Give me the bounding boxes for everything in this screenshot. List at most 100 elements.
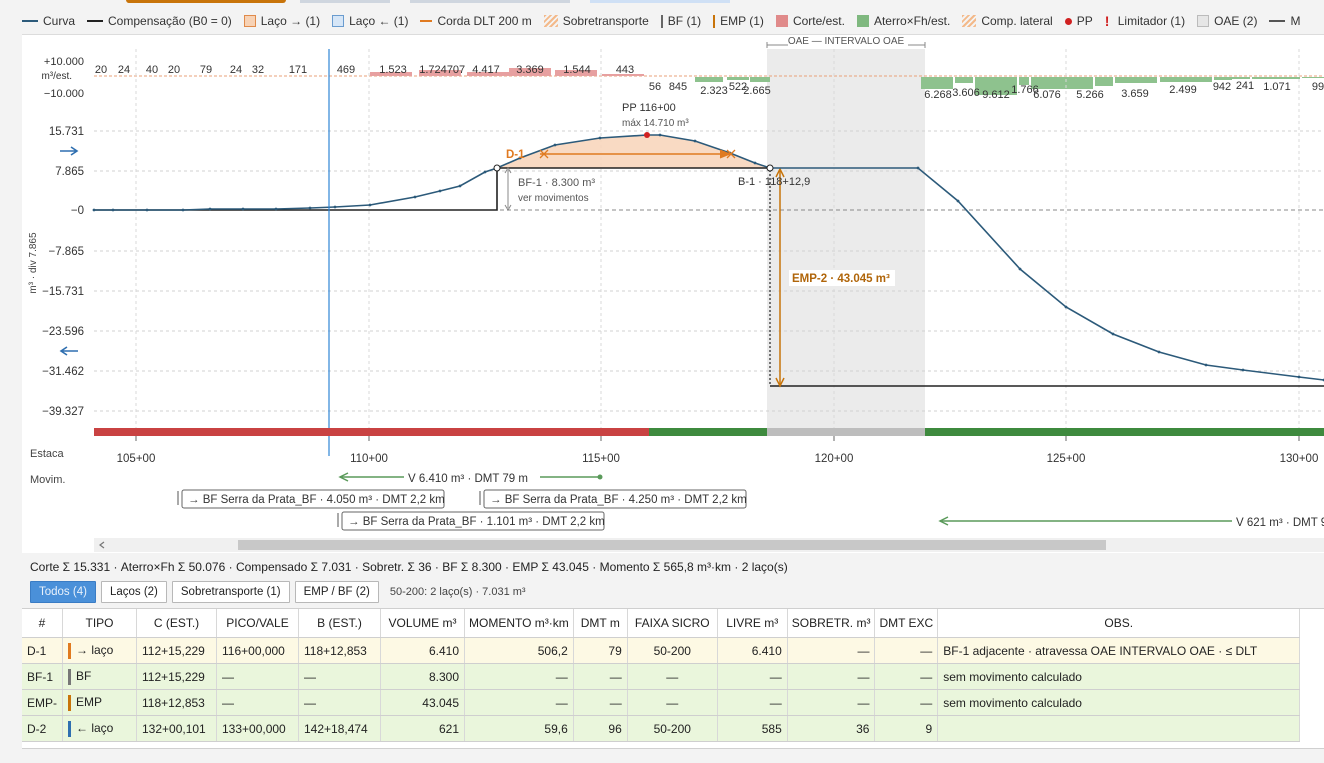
filter-loops-button[interactable]: Laços (2) — [100, 581, 167, 603]
loop-start-point[interactable] — [493, 164, 501, 172]
movement-v2-label: V 621 m³ · DMT 9 — [1236, 517, 1324, 529]
type-label: BF — [76, 668, 92, 683]
legend-item[interactable]: Comp. lateral — [962, 14, 1053, 28]
y-tick-label: −23.596 — [42, 326, 84, 338]
table-row[interactable]: EMP- EMP 118+12,853— —43.045— — — — — — sem movim… — [22, 689, 1301, 716]
table-row[interactable]: D-1 → laço 112+15,229 116+00,000 118+12,853 6… — [22, 637, 1301, 664]
fill-segment — [925, 428, 1324, 436]
movement-end-dot — [597, 474, 603, 480]
tab-indicator[interactable] — [300, 0, 390, 3]
fill-volume-label: 1.071 — [1263, 81, 1291, 93]
filter-overhaul-button[interactable]: Sobretransporte (1) — [171, 581, 290, 603]
cut-volume-label: 1.544 — [563, 64, 591, 76]
mass-diagram-canvas[interactable]: OAE — INTERVALO OAE +10.000 m³/est. −10.… — [22, 35, 1324, 553]
legend-bar-swatch — [660, 14, 663, 28]
legend-label: Laço → (1) — [260, 14, 321, 28]
legend-item[interactable]: EMP (1) — [713, 14, 764, 28]
filter-emp-bf-button[interactable]: EMP / BF (2) — [294, 581, 379, 603]
column-header[interactable]: SOBRETR. m³ — [787, 609, 876, 638]
pp-dot[interactable] — [644, 132, 650, 138]
legend-line-swatch — [87, 20, 104, 22]
h-scrollbar-thumb[interactable] — [238, 540, 1106, 550]
cut-volume-label: 1.523 — [379, 64, 407, 76]
legend-dot-icon — [1064, 17, 1072, 25]
table-cell: 585 — [717, 715, 788, 742]
curve-vertex — [333, 205, 337, 209]
pp-label: PP 116+00 — [622, 102, 676, 114]
curve-vertex — [92, 208, 96, 212]
legend-item[interactable]: Compensação (B0 = 0) — [87, 14, 232, 28]
mass-curve[interactable] — [94, 134, 1324, 381]
bf1-label: BF-1 · 8.300 m³ — [518, 177, 595, 189]
y-axis-label: m³ · div 7.865 — [28, 232, 39, 294]
column-header[interactable]: C (EST.) — [136, 609, 217, 638]
fill-volume-label: 6.268 — [924, 89, 952, 101]
legend-label: Laço ← (1) — [349, 14, 409, 28]
column-header[interactable]: FAIXA SICRO — [627, 609, 718, 638]
table-row[interactable]: D-2 ← laço 132+00,101 133+00,000 142+18,474 6… — [22, 715, 1301, 742]
filter-all-button[interactable]: Todos (4) — [30, 581, 96, 603]
table-cell: — — [787, 689, 876, 716]
type-color-tag — [68, 668, 71, 685]
column-header[interactable]: OBS. — [937, 609, 1301, 638]
x-tick-label: 105+00 — [117, 453, 156, 465]
table-cell: ← laço — [62, 715, 137, 742]
fill-volume-label: 2.665 — [743, 85, 771, 97]
column-header[interactable]: # — [22, 609, 63, 638]
column-header[interactable]: TIPO — [62, 609, 137, 638]
column-header[interactable]: MOMENTO m³·km — [464, 609, 574, 638]
table-cell: EMP- — [22, 689, 63, 716]
column-header[interactable]: PICO/VALE — [216, 609, 299, 638]
tab-indicator[interactable] — [410, 0, 570, 3]
legend-item[interactable]: Laço ← (1) — [332, 14, 408, 28]
bf-move-label: → BF Serra da Prata_BF · 4.250 m³ · DMT … — [490, 494, 747, 506]
compensation-line — [94, 167, 770, 211]
type-label: → laço — [76, 642, 114, 657]
curve-vertex — [1157, 350, 1161, 354]
curve-vertex — [1204, 363, 1208, 367]
fill-volume-label: 942 — [1213, 81, 1231, 93]
fill-bar — [1214, 77, 1232, 80]
legend-label: OAE (2) — [1214, 14, 1258, 28]
legend-item[interactable]: Sobretransporte — [543, 14, 649, 28]
column-header[interactable]: DMT m — [573, 609, 628, 638]
table-cell: sem movimento calculado — [937, 663, 1301, 690]
legend-item[interactable]: Corte/est. — [775, 14, 845, 28]
legend-box-swatch — [775, 15, 788, 27]
legend-item[interactable]: Laço → (1) — [243, 14, 321, 28]
tab-indicator-active[interactable] — [126, 0, 286, 3]
table-cell: D-2 — [22, 715, 63, 742]
fill-bar — [1031, 77, 1093, 89]
curve-vertex — [181, 208, 185, 212]
fill-bar — [1115, 77, 1157, 83]
x-tick-label: 115+00 — [582, 453, 620, 465]
oae-segment — [767, 428, 925, 436]
legend-item[interactable]: BF (1) — [660, 14, 701, 28]
left-margin — [0, 34, 22, 762]
x-tick-label: 130+00 — [1280, 453, 1319, 465]
curve-vertex — [1241, 368, 1245, 372]
legend-item[interactable]: OAE (2) — [1197, 14, 1257, 28]
legend-item[interactable]: Curva — [22, 14, 75, 28]
column-header[interactable]: B (EST.) — [298, 609, 381, 638]
tab-indicator[interactable] — [590, 0, 730, 3]
legend-item[interactable]: M — [1269, 14, 1300, 28]
curve-vertex — [916, 166, 920, 170]
column-header[interactable]: VOLUME m³ — [380, 609, 465, 638]
curve-vertex — [241, 207, 245, 211]
table-cell: 133+00,000 — [216, 715, 299, 742]
legend-item[interactable]: PP — [1064, 14, 1093, 28]
cut-volume-label: 79 — [200, 64, 212, 76]
table-row[interactable]: BF-1 BF 112+15,229— —8.300— — — — — — sem movimen… — [22, 663, 1301, 690]
fill-bar — [921, 77, 953, 89]
loop-end-point[interactable] — [766, 164, 774, 172]
fill-volume-label: 9.612 — [982, 89, 1010, 101]
table-cell: 43.045 — [380, 689, 465, 716]
legend-item[interactable]: ! Limitador (1) — [1105, 13, 1185, 29]
legend-item[interactable]: Aterro×Fh/est. — [856, 14, 950, 28]
fill-bar — [1302, 77, 1324, 78]
column-header[interactable]: DMT EXC — [874, 609, 939, 638]
column-header[interactable]: LIVRE m³ — [717, 609, 788, 638]
y-tick-label: −31.462 — [42, 366, 84, 378]
legend-item[interactable]: Corda DLT 200 m — [420, 14, 532, 28]
